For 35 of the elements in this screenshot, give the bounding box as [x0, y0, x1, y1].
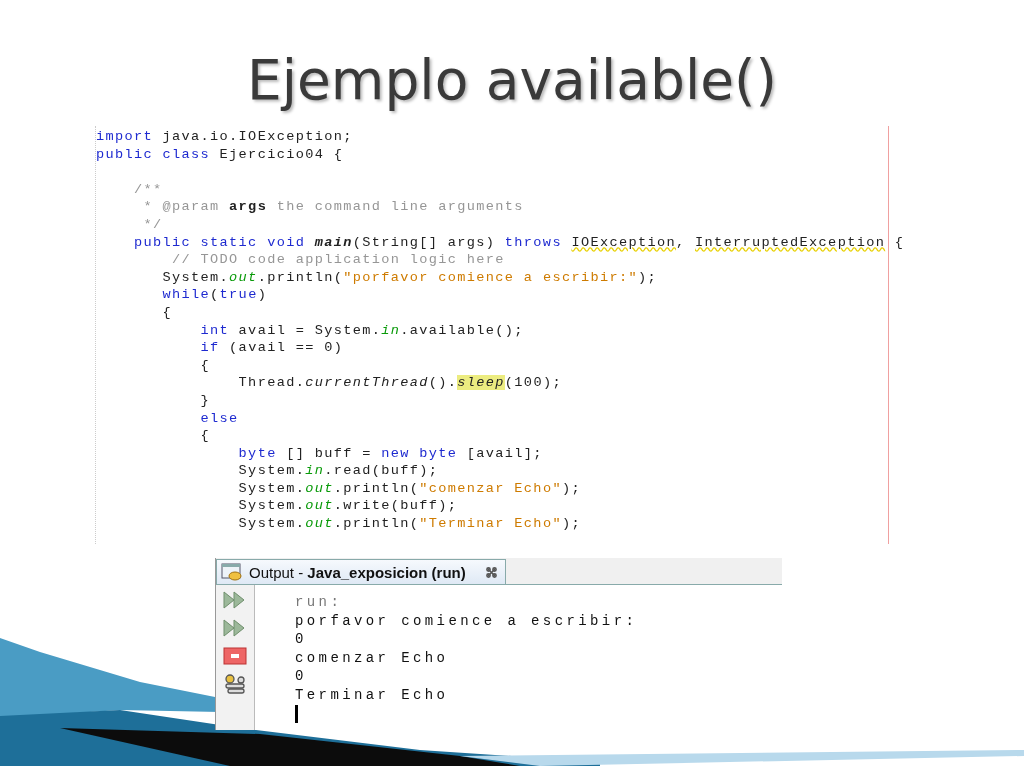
- code-line: while(true): [161, 286, 268, 304]
- code-line: // TODO code application logic here: [171, 251, 505, 269]
- text-cursor: [295, 704, 298, 723]
- code-line: System.out.println("Terminar Echo");: [237, 515, 581, 533]
- console-line: Terminar Echo: [295, 685, 450, 705]
- stop-icon[interactable]: [222, 646, 248, 666]
- code-line: System.out.write(buff);: [237, 497, 458, 516]
- close-icon[interactable]: [485, 566, 497, 578]
- code-line: import java.io.IOException;: [96, 128, 353, 146]
- code-line: Thread.currentThread().sleep(100);: [237, 374, 562, 392]
- console-line: comenzar Echo: [295, 648, 450, 668]
- code-line: public class Ejercicio04 {: [96, 145, 344, 164]
- code-line: byte [] buff = new byte [avail];: [237, 444, 543, 463]
- console-line: 0: [295, 667, 308, 686]
- tools-icon[interactable]: [222, 673, 248, 695]
- code-line: }: [199, 391, 211, 410]
- code-line: */: [142, 215, 163, 234]
- code-line: * @param args the command line arguments: [142, 198, 524, 216]
- code-line: int avail = System.in.available();: [199, 321, 524, 340]
- console-line: 0: [295, 630, 308, 649]
- code-line: {: [199, 427, 211, 445]
- code-line: else: [199, 409, 239, 428]
- code-line: if (avail == 0): [199, 339, 344, 357]
- code-line: System.out.println("porfavor comience a escribir:");: [161, 268, 657, 287]
- console-line: porfavor comience a escribir:: [295, 611, 638, 631]
- console-line: run:: [295, 593, 344, 612]
- code-line: System.in.read(buff);: [237, 462, 439, 480]
- code-line: {: [161, 303, 173, 322]
- code-line: {: [199, 356, 211, 375]
- code-line: public static void main(String[] args) throws IOException, InterruptedException {: [133, 233, 905, 252]
- output-tab[interactable]: Output - Java_exposicion (run): [216, 559, 506, 584]
- code-line: System.out.println("comenzar Echo");: [237, 479, 581, 498]
- console-window-icon: [221, 563, 243, 581]
- code-line: /**: [133, 180, 163, 199]
- slide-title: Ejemplo available(): [247, 47, 777, 114]
